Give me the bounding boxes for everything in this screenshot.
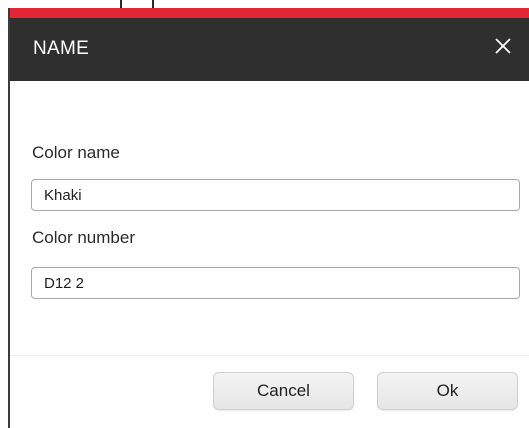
name-dialog: NAME Color name Color number Cancel Ok xyxy=(8,8,529,428)
dialog-body: Color name Color number xyxy=(10,81,529,355)
cancel-button[interactable]: Cancel xyxy=(213,372,354,410)
dialog-accent-bar xyxy=(10,8,529,18)
background-window-strip xyxy=(0,0,529,8)
background-tick xyxy=(120,0,122,8)
ok-button[interactable]: Ok xyxy=(377,372,518,410)
color-number-input[interactable] xyxy=(31,267,520,299)
color-name-input[interactable] xyxy=(31,179,520,211)
dialog-title: NAME xyxy=(33,38,90,59)
footer-divider xyxy=(10,355,529,356)
dialog-titlebar: NAME xyxy=(10,18,529,81)
color-name-label: Color name xyxy=(32,143,120,162)
close-icon[interactable] xyxy=(491,34,515,58)
background-tick xyxy=(152,0,154,8)
color-number-label: Color number xyxy=(32,228,135,247)
